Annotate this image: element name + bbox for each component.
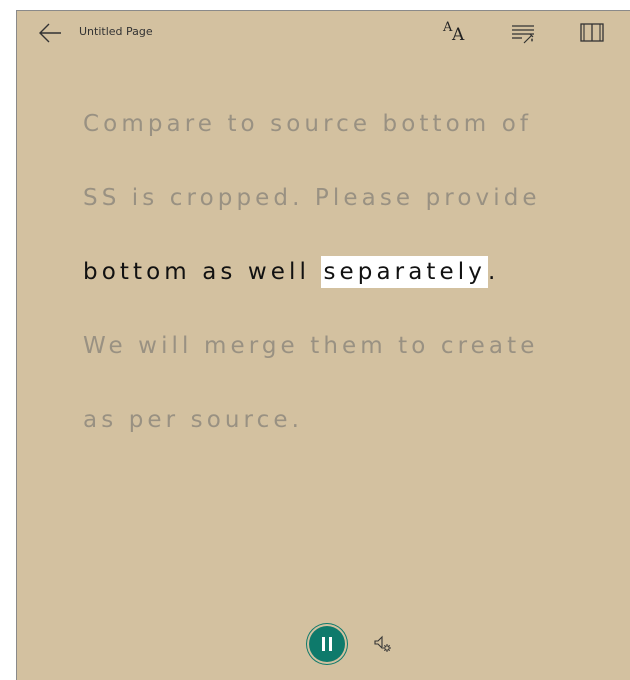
- text-line: as per source.: [83, 407, 303, 433]
- current-text-line: bottom as well separately.: [83, 235, 583, 309]
- grammar-options-button[interactable]: [509, 19, 537, 47]
- current-line-after: .: [488, 259, 500, 285]
- text-line: We will merge them to create: [83, 333, 539, 359]
- grammar-options-icon: [512, 25, 534, 44]
- immersive-reader: Untitled Page A A Compare to source bott…: [16, 10, 630, 680]
- current-line-before: bottom as well: [83, 259, 322, 285]
- arrow-left-icon: [39, 23, 61, 43]
- pause-button[interactable]: [309, 626, 345, 662]
- page-title: Untitled Page: [79, 25, 153, 38]
- text-size-icon-large: A: [452, 25, 465, 45]
- reading-preferences-button[interactable]: [578, 19, 606, 47]
- book-icon: [580, 23, 604, 42]
- voice-settings-button[interactable]: [373, 633, 393, 655]
- text-preferences-button[interactable]: A A: [441, 19, 469, 47]
- top-toolbar: Untitled Page A A: [17, 11, 630, 55]
- playback-controls: [17, 619, 630, 667]
- text-line: Compare to source bottom of: [83, 111, 533, 137]
- text-size-icon-small: A: [443, 20, 453, 35]
- back-button[interactable]: [37, 21, 65, 45]
- reader-text: Compare to source bottom of SS is croppe…: [83, 87, 583, 457]
- voice-settings-icon: [374, 635, 391, 652]
- highlighted-word: separately: [321, 256, 488, 288]
- text-line: SS is cropped. Please provide: [83, 185, 541, 211]
